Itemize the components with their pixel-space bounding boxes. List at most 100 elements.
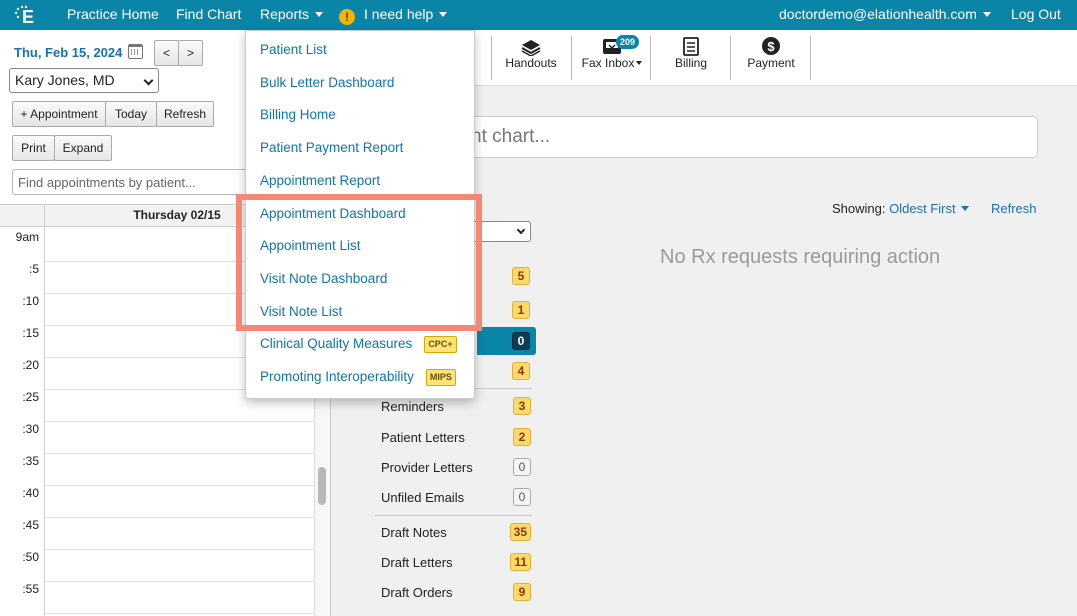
menu-item-patient-payment-report[interactable]: Patient Payment Report [260,140,403,155]
time-slot[interactable] [44,485,314,486]
mips-tag: MIPS [425,369,456,386]
find-appointments-input[interactable]: Find appointments by patient... [12,169,252,195]
nav-user-menu[interactable]: doctordemo@elationhealth.com [779,0,991,30]
time-label: 9am [15,230,39,244]
schedule-scroll-thumb[interactable] [318,467,326,505]
today-button[interactable]: Today [105,101,157,127]
fax-count-badge: 209 [616,35,640,49]
provider-select[interactable]: Kary Jones, MD [9,68,159,93]
inbox-item-patient-letters[interactable]: Patient Letters 2 [381,428,531,448]
time-label: :50 [22,550,39,564]
menu-item-clinical-quality-measures[interactable]: Clinical Quality Measures CPC+ [260,336,457,353]
menu-item-patient-list[interactable]: Patient List [260,42,327,57]
time-slot[interactable] [44,549,314,550]
inbox-item-draft-orders[interactable]: Draft Orders 9 [381,583,531,603]
time-label: :25 [22,390,39,404]
nav-help[interactable]: ! I need help [339,0,448,30]
inbox-divider [375,515,532,516]
elation-logo-icon[interactable]: E [14,5,40,27]
time-slot[interactable] [44,421,314,422]
inbox-item-label: Draft Notes [381,525,447,540]
nav-help-label: I need help [364,6,434,22]
toolbar-divider [730,36,731,80]
menu-item-promoting-interoperability[interactable]: Promoting Interoperability MIPS [260,369,456,386]
empty-state-message: No Rx requests requiring action [660,246,941,268]
dollar-circle-icon: $ [762,37,780,55]
payment-button[interactable]: $ Payment [740,36,802,80]
time-label: :35 [22,454,39,468]
handouts-button[interactable]: Handouts [500,36,562,80]
time-label: :20 [22,358,39,372]
time-label: :30 [22,422,39,436]
inbox-count-badge: 0 [513,458,531,476]
print-button[interactable]: Print [12,135,55,161]
nav-find-chart[interactable]: Find Chart [176,0,241,30]
inbox-item-label: Draft Orders [381,585,453,600]
refresh-link[interactable]: Refresh [991,201,1037,216]
toolbar-divider [571,36,572,80]
inbox-item-reminders[interactable]: Reminders 3 [381,397,531,417]
time-slot[interactable] [44,517,314,518]
warning-icon: ! [339,9,355,25]
inbox-item-label: Patient Letters [381,430,465,445]
toolbar-divider [650,36,651,80]
nav-reports-label: Reports [260,6,310,22]
inbox-item-label: Provider Letters [381,460,473,475]
svg-text:$: $ [767,39,775,54]
time-label: :40 [22,486,39,500]
next-day-button[interactable]: > [178,40,203,66]
billing-button[interactable]: Billing [662,36,720,80]
fax-inbox-label: Fax Inbox [581,56,635,70]
user-email: doctordemo@elationhealth.com [779,6,977,22]
time-label: :15 [22,326,39,340]
chevron-down-icon [439,12,448,17]
inbox-item-label: Unfiled Emails [381,490,465,505]
inbox-item-draft-letters[interactable]: Draft Letters 11 [381,553,531,573]
menu-item-label: Promoting Interoperability [260,369,414,384]
inbox-count-badge: 0 [512,332,530,350]
inbox-count-badge: 3 [513,397,531,415]
time-label: :55 [22,582,39,596]
sort-order-dropdown[interactable]: Oldest First [889,201,955,216]
sort-order: Showing: Oldest First [832,201,969,216]
schedule-date[interactable]: Thu, Feb 15, 2024 [14,45,122,60]
menu-item-bulk-letter-dashboard[interactable]: Bulk Letter Dashboard [260,75,394,90]
inbox-item-label: Reminders [381,399,444,414]
add-appointment-button[interactable]: + Appointment [12,101,106,127]
menu-item-billing-home[interactable]: Billing Home [260,107,336,122]
time-slot[interactable] [44,581,314,582]
inbox-item-draft-notes[interactable]: Draft Notes 35 [381,523,531,543]
nav-reports[interactable]: Reports [260,0,324,30]
chevron-down-icon [982,12,991,17]
inbox-count-badge: 11 [510,553,531,571]
chevron-down-icon [143,75,154,86]
inbox-count-badge: 4 [512,362,530,380]
svg-text:E: E [22,7,34,27]
time-label: :5 [28,262,39,276]
handouts-label: Handouts [505,56,557,70]
expand-button[interactable]: Expand [54,135,112,161]
nav-logout[interactable]: Log Out [1011,0,1061,30]
nav-practice-home[interactable]: Practice Home [67,0,159,30]
time-slot[interactable] [44,453,314,454]
inbox-item-unfiled-emails[interactable]: Unfiled Emails 0 [381,488,531,508]
menu-item-appointment-report[interactable]: Appointment Report [260,173,380,188]
cpc-plus-tag: CPC+ [424,336,457,353]
showing-label: Showing: [832,201,886,216]
inbox-item-label: Draft Letters [381,555,453,570]
refresh-schedule-button[interactable]: Refresh [156,101,214,127]
chevron-down-icon [516,225,526,235]
toolbar-divider [810,36,811,80]
inbox-count-badge: 2 [513,428,531,446]
time-slot[interactable] [44,613,314,614]
billing-label: Billing [674,56,707,70]
prev-day-button[interactable]: < [154,40,179,66]
book-stack-icon [521,40,541,56]
calendar-icon[interactable] [128,44,143,59]
inbox-count-badge: 0 [513,488,531,506]
inbox-item-provider-letters[interactable]: Provider Letters 0 [381,458,531,478]
patient-chart-search[interactable]: nt chart... [470,116,1038,158]
billing-icon [683,37,699,56]
highlight-annotation-box [236,194,482,331]
payment-label: Payment [747,56,795,70]
